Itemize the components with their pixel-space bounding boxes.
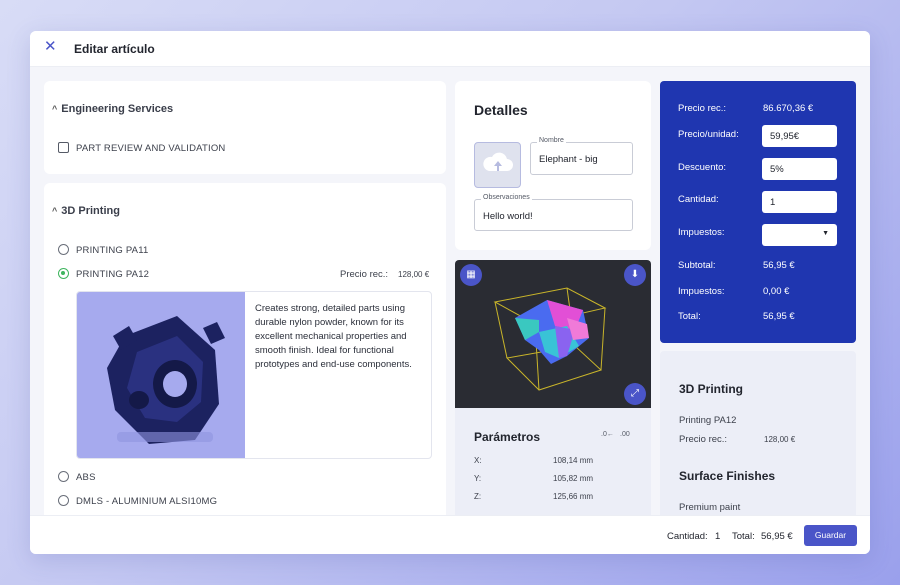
notes-field[interactable]: Observaciones Hello world!: [474, 194, 633, 231]
option-label-pa12: PRINTING PA12: [76, 269, 150, 280]
tax-select[interactable]: ▼: [762, 224, 837, 246]
unit-price-label: Precio/unidad:: [678, 129, 739, 140]
model-preview: [493, 287, 607, 391]
summary-printing-title: 3D Printing: [679, 382, 744, 396]
details-title: Detalles: [474, 102, 528, 118]
unit-price-input[interactable]: 59,95€: [762, 125, 837, 147]
close-icon[interactable]: ✕: [44, 39, 58, 54]
fullscreen-button[interactable]: ⤢: [624, 383, 646, 405]
decimal-increase-icon[interactable]: .00: [620, 431, 630, 438]
dialog-footer: Cantidad: 1 Total: 56,95 € Guardar: [30, 515, 870, 554]
param-x-label: X:: [474, 456, 482, 465]
discount-label: Descuento:: [678, 162, 727, 173]
section-title: 3D Printing: [61, 205, 120, 217]
surface-finishes-title: Surface Finishes: [679, 469, 776, 483]
radio-pa11[interactable]: [58, 244, 69, 255]
chevron-down-icon: ▼: [822, 230, 829, 237]
notes-field-value: Hello world!: [483, 211, 533, 222]
cloud-upload-icon: [483, 152, 513, 171]
param-y-value: 105,82 mm: [553, 474, 594, 483]
param-z-value: 125,66 mm: [553, 492, 594, 501]
part-review-checkbox[interactable]: [58, 142, 69, 153]
subtotal-value: 56,95 €: [763, 260, 795, 271]
details-card: Detalles Nombre Elephant - big Observaci…: [455, 81, 651, 250]
summary-material: Printing PA12: [679, 415, 737, 426]
radio-dmls[interactable]: [58, 495, 69, 506]
save-button[interactable]: Guardar: [804, 525, 857, 546]
param-y-label: Y:: [474, 474, 482, 483]
model-viewer[interactable]: ▦ ⬇ ⤢: [455, 260, 651, 408]
part-review-label: PART REVIEW AND VALIDATION: [76, 143, 226, 154]
quantity-input[interactable]: 1: [762, 191, 837, 213]
edit-item-dialog: ✕ Editar artículo ^ Engineering Services …: [30, 31, 870, 554]
decimal-decrease-icon[interactable]: .0←: [601, 431, 614, 438]
engineering-section-header[interactable]: ^ Engineering Services: [52, 103, 173, 115]
option-label-pa11: PRINTING PA11: [76, 245, 149, 256]
footer-total-value: 56,95 €: [761, 531, 793, 542]
name-field-label: Nombre: [537, 137, 566, 144]
summary-rec-label: Precio rec.:: [679, 434, 728, 445]
radio-abs[interactable]: [58, 471, 69, 482]
section-title: Engineering Services: [61, 103, 174, 115]
name-field-value: Elephant - big: [539, 154, 598, 165]
rec-price-value: 128,00 €: [398, 270, 430, 279]
subtotal-label: Subtotal:: [678, 260, 716, 271]
tax-label: Impuestos:: [678, 227, 725, 238]
product-image: [77, 292, 245, 458]
rec-price-label: Precio rec.:: [340, 269, 389, 280]
parameters-panel: Parámetros .0← .00 X: 108,14 mm Y: 105,8…: [455, 408, 651, 518]
download-button[interactable]: ⬇: [624, 264, 646, 286]
footer-qty-label: Cantidad:: [667, 531, 708, 542]
option-label-abs: ABS: [76, 472, 96, 483]
taxes-value: 0,00 €: [763, 286, 790, 297]
total-value: 56,95 €: [763, 311, 795, 322]
dialog-title: Editar artículo: [74, 42, 155, 56]
discount-input[interactable]: 5%: [762, 158, 837, 180]
footer-qty-value: 1: [715, 531, 721, 542]
surface-finish-item: Premium paint: [679, 502, 741, 513]
chevron-up-icon: ^: [52, 206, 58, 216]
option-label-dmls: DMLS - ALUMINIUM ALSI10MG: [76, 496, 218, 507]
price-panel: Precio rec.: 86.670,36 € Precio/unidad: …: [660, 81, 856, 343]
dialog-header: ✕ Editar artículo: [30, 31, 870, 67]
footer-total-label: Total:: [732, 531, 755, 542]
summary-rec-value: 128,00 €: [764, 435, 796, 444]
name-field[interactable]: Nombre Elephant - big: [530, 137, 633, 175]
image-upload[interactable]: [474, 142, 521, 188]
quantity-label: Cantidad:: [678, 194, 719, 205]
rec-price-value: 86.670,36 €: [763, 103, 814, 114]
engineering-services-card: ^ Engineering Services PART REVIEW AND VA…: [44, 81, 446, 174]
param-z-label: Z:: [474, 492, 482, 501]
product-detail-box: Creates strong, detailed parts using dur…: [76, 291, 432, 459]
grid-toggle-button[interactable]: ▦: [460, 264, 482, 286]
rec-price-label: Precio rec.:: [678, 103, 727, 114]
taxes-label: Impuestos:: [678, 286, 725, 297]
chevron-up-icon: ^: [52, 104, 58, 114]
summary-panel: 3D Printing Printing PA12 Precio rec.: 1…: [660, 351, 856, 521]
product-description: Creates strong, detailed parts using dur…: [255, 303, 412, 370]
printing-section-header[interactable]: ^ 3D Printing: [52, 205, 120, 217]
radio-pa12[interactable]: [58, 268, 69, 279]
notes-field-label: Observaciones: [481, 194, 532, 201]
param-x-value: 108,14 mm: [553, 456, 594, 465]
total-label: Total:: [678, 311, 701, 322]
parameters-title: Parámetros: [474, 430, 541, 444]
